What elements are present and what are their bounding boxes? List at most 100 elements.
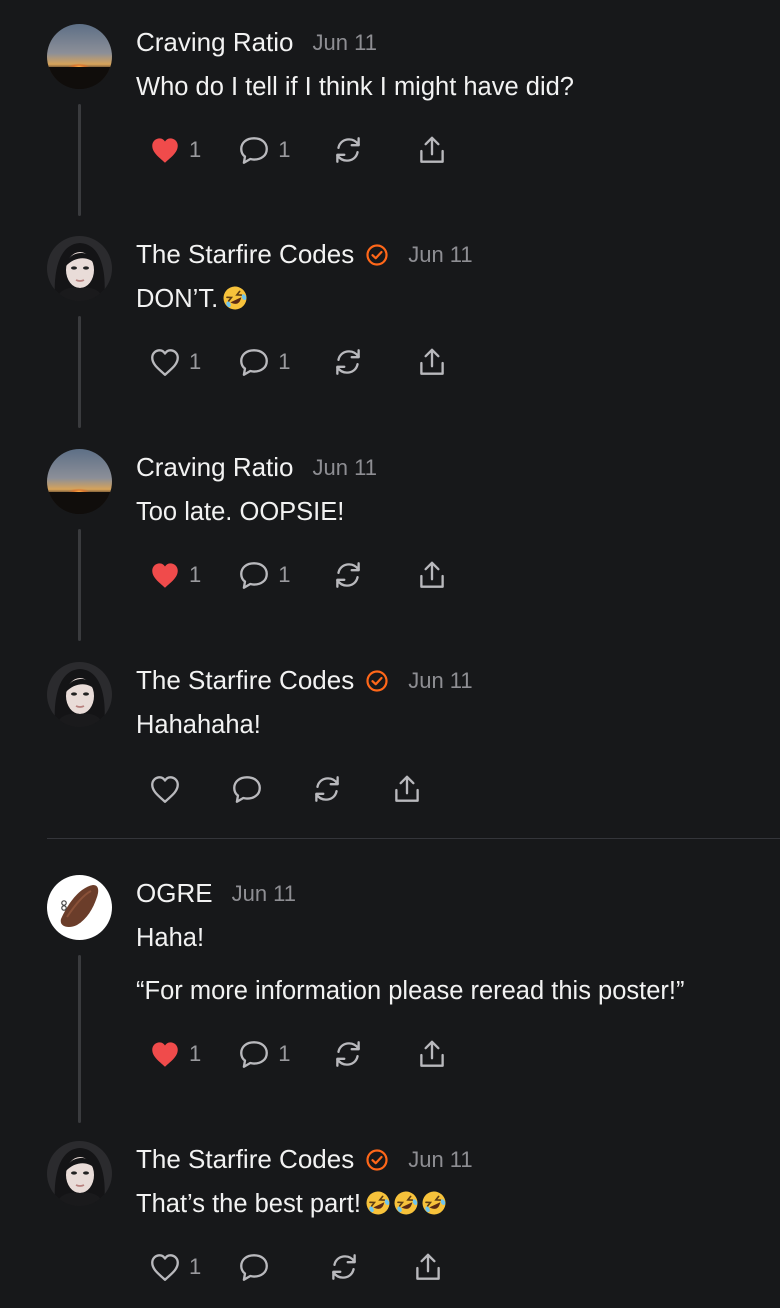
comment-text-content: Too late. OOPSIE! [136,498,345,526]
comment-button[interactable]: 1 [237,1034,291,1074]
like-button[interactable]: 1 [148,342,201,382]
portrait-avatar[interactable] [47,662,112,727]
thread-line [78,316,81,428]
share-button[interactable] [415,130,449,170]
comment-header: The Starfire Codes Jun 11 [136,665,473,696]
share-button[interactable] [415,1034,449,1074]
restack-icon [331,559,365,591]
heart-icon [148,773,182,805]
heart-icon [148,1251,182,1283]
sunset-avatar[interactable] [47,449,112,514]
like-button[interactable]: 1 [148,130,201,170]
rolling-on-the-floor-laughing-emoji [393,1190,419,1216]
like-count: 1 [189,1254,202,1279]
comment-bubble-icon [230,773,264,805]
comment-date[interactable]: Jun 11 [408,1147,472,1173]
share-button[interactable] [411,1247,445,1287]
comment-text: Who do I tell if I think I might have di… [136,73,574,102]
comment-actions: 1 [148,1247,445,1287]
portrait-avatar[interactable] [47,1141,112,1206]
rolling-on-the-floor-laughing-emoji [222,285,248,311]
comment-thread: Craving Ratio Jun 11 Who do I tell if I th… [0,0,780,1308]
comment-text: DON’T. [136,285,248,314]
comment-text: That’s the best part! [136,1190,447,1219]
comment-count: 1 [278,1041,291,1066]
author-name[interactable]: The Starfire Codes [136,239,354,270]
restack-button[interactable] [327,1247,361,1287]
comment-text-content: Haha! [136,924,205,952]
restack-button[interactable] [331,130,365,170]
comment-button[interactable]: 1 [237,342,291,382]
comment-count: 1 [278,137,291,162]
restack-button[interactable] [331,1034,365,1074]
share-button[interactable] [390,769,424,809]
restack-icon [327,1251,361,1283]
comment-count: 1 [278,349,291,374]
comment-text: Too late. OOPSIE! [136,498,344,527]
verified-check-icon [365,1148,389,1172]
like-count: 1 [189,562,202,587]
heart-icon [148,346,182,378]
author-name[interactable]: Craving Ratio [136,452,294,483]
comment-bubble-icon [237,134,271,166]
comment-date[interactable]: Jun 11 [408,668,472,694]
ocarina-avatar[interactable] [47,875,112,940]
portrait-avatar[interactable] [47,236,112,301]
like-button[interactable]: 1 [148,555,201,595]
comment-button[interactable]: 1 [237,130,291,170]
comment-date[interactable]: Jun 11 [232,881,296,907]
comment-button[interactable] [230,769,264,809]
author-name[interactable]: The Starfire Codes [136,665,354,696]
comment-bubble-icon [237,559,271,591]
comment-bubble-icon [237,1251,271,1283]
restack-icon [331,1038,365,1070]
comment-header: OGRE Jun 11 [136,878,296,909]
like-count: 1 [189,137,202,162]
verified-check-icon [365,669,389,693]
restack-icon [310,773,344,805]
restack-button[interactable] [310,769,344,809]
comment-date[interactable]: Jun 11 [408,242,472,268]
comment-text-content: DON’T. [136,285,219,313]
comment-date[interactable]: Jun 11 [313,30,377,56]
share-button[interactable] [415,342,449,382]
thread-line [78,955,81,1123]
share-icon [411,1251,445,1283]
like-button[interactable]: 1 [148,1034,201,1074]
comment-text: Haha! [136,924,204,953]
author-name[interactable]: The Starfire Codes [136,1144,354,1175]
comment-text-content: Hahahaha! [136,711,261,739]
restack-icon [331,346,365,378]
restack-icon [331,134,365,166]
restack-button[interactable] [331,342,365,382]
sunset-avatar[interactable] [47,24,112,89]
comment-text-content: That’s the best part! [136,1190,361,1218]
comment-button[interactable] [237,1247,271,1287]
comment-text-content: Who do I tell if I think I might have di… [136,73,574,101]
comment-header: The Starfire Codes Jun 11 [136,239,473,270]
rolling-on-the-floor-laughing-emoji [421,1190,447,1216]
share-icon [415,346,449,378]
share-button[interactable] [415,555,449,595]
restack-button[interactable] [331,555,365,595]
comment-text: Hahahaha! [136,711,261,740]
comment-text: “For more information please reread this… [136,977,684,1006]
comment-date[interactable]: Jun 11 [313,455,377,481]
like-count: 1 [189,1041,202,1066]
comment-actions: 11 [148,555,449,595]
comment-actions: 11 [148,130,449,170]
comment-actions: 11 [148,342,449,382]
like-button[interactable] [148,769,182,809]
section-divider [47,838,780,839]
like-button[interactable]: 1 [148,1247,201,1287]
comment-actions [148,769,424,809]
like-count: 1 [189,349,202,374]
comment-button[interactable]: 1 [237,555,291,595]
share-icon [415,1038,449,1070]
comment-count: 1 [278,562,291,587]
author-name[interactable]: OGRE [136,878,213,909]
author-name[interactable]: Craving Ratio [136,27,294,58]
heart-icon [148,559,182,591]
thread-line [78,104,81,216]
share-icon [415,559,449,591]
